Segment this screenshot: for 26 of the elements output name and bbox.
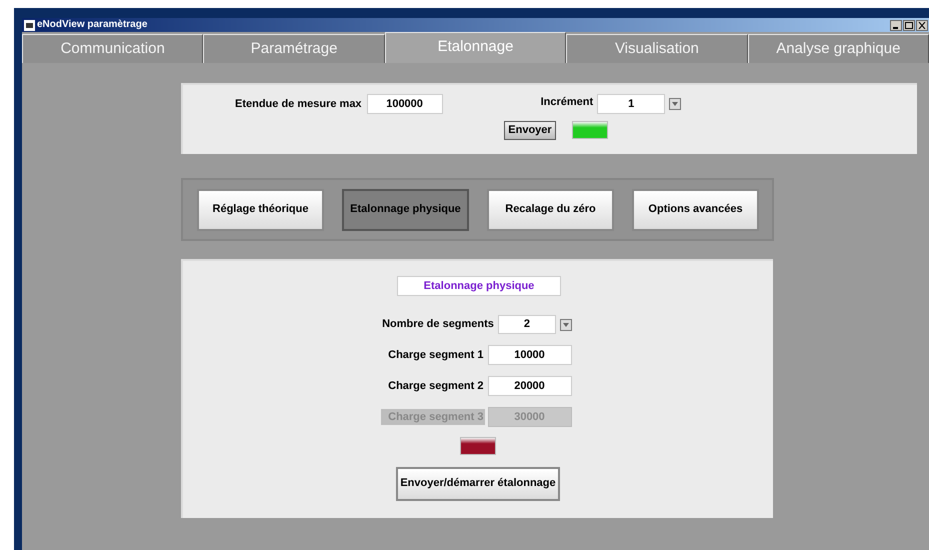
load-label: Charge segment 2 (387, 378, 484, 394)
start-calibration-button[interactable]: Envoyer/démarrer étalonnage (396, 466, 560, 500)
segments-field[interactable]: 2 (498, 315, 556, 334)
close-icon (918, 22, 926, 28)
send-button[interactable]: Envoyer (504, 120, 556, 140)
maximize-icon (905, 22, 913, 28)
increment-field[interactable]: 1 (597, 94, 666, 114)
load-label: Charge segment 1 (387, 348, 484, 363)
mode-button[interactable]: Options avancées (632, 188, 759, 230)
app-icon (24, 20, 35, 30)
mode-button[interactable]: Recalage du zéro (487, 188, 614, 230)
segments-label: Nombre de segments (382, 317, 494, 332)
load-field[interactable]: 10000 (488, 345, 572, 365)
calibration-title: Etalonnage physique (397, 276, 561, 296)
minimize-button[interactable] (890, 20, 902, 30)
window-title: eNodView paramètrage (37, 20, 148, 30)
range-label: Etendue de mesure max (235, 97, 362, 112)
maximize-button[interactable] (903, 20, 915, 30)
mode-button[interactable]: Réglage théorique (197, 188, 324, 230)
triangle-icon (562, 322, 570, 328)
close-button[interactable] (916, 20, 928, 30)
load-field[interactable]: 20000 (488, 376, 572, 396)
triangle-icon (671, 101, 680, 108)
increment-label: Incrément (540, 95, 594, 110)
mode-button[interactable]: Etalonnage physique (342, 188, 469, 230)
range-field[interactable]: 100000 (366, 94, 443, 114)
